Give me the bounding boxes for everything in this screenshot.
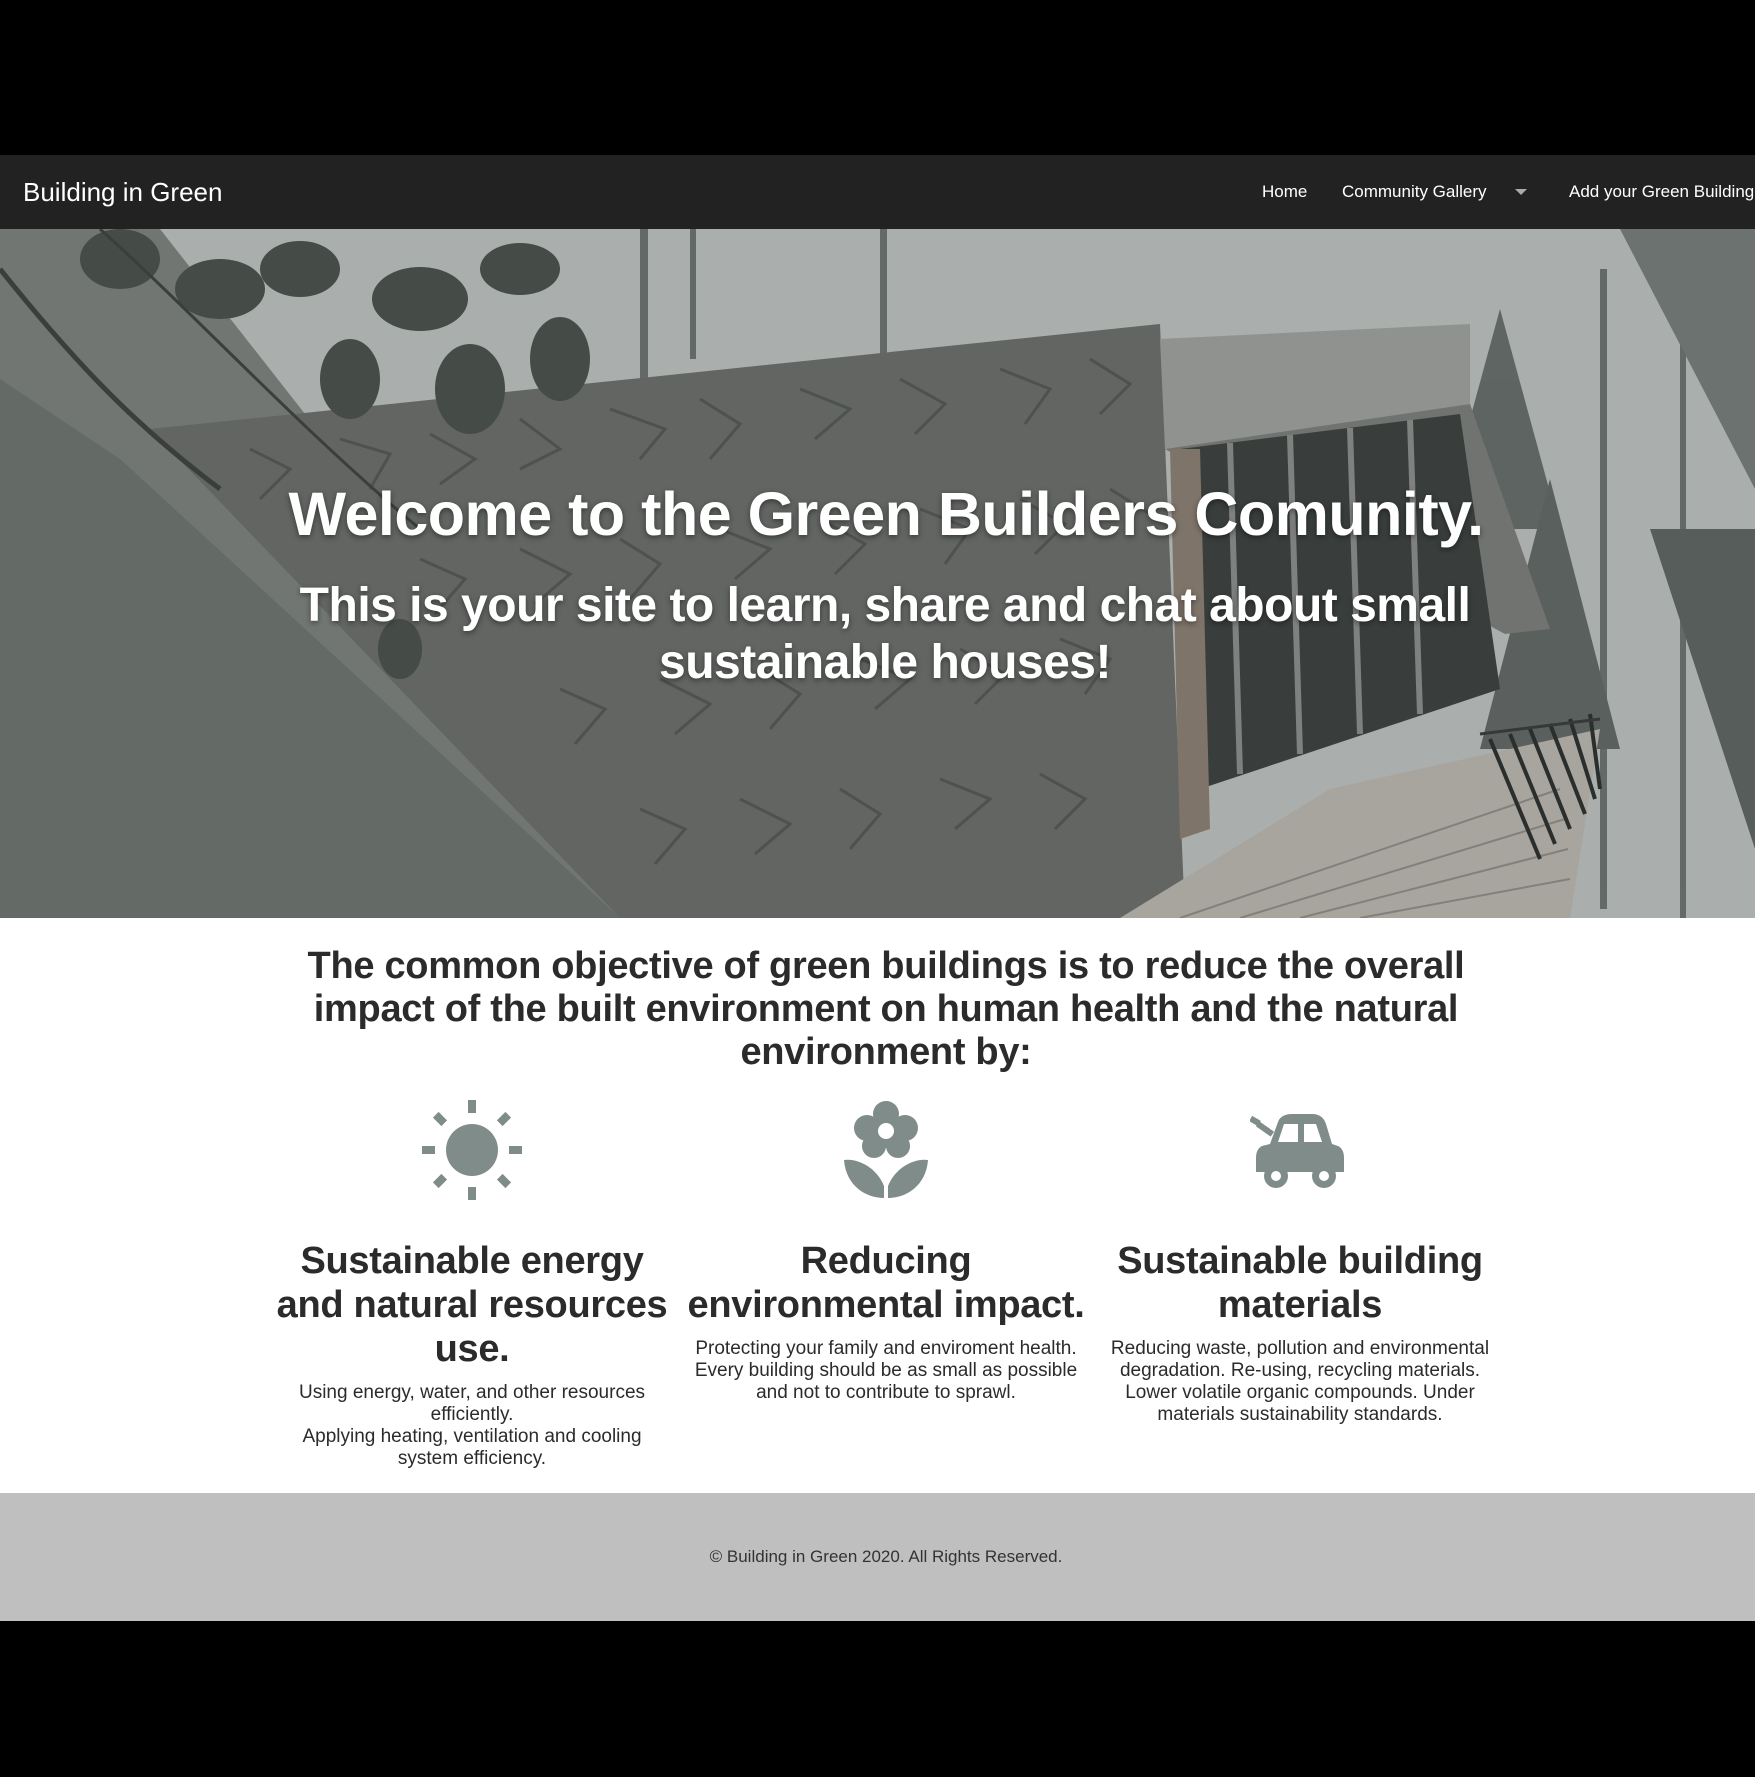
feature-energy: Sustainable energy and natural resources… (272, 1100, 672, 1470)
hero-title: Welcome to the Green Builders Comunity. (288, 480, 1484, 548)
chevron-down-icon[interactable] (1515, 189, 1527, 195)
flower-icon (844, 1101, 928, 1198)
feature-materials: Sustainable building materials Reducing … (1100, 1100, 1500, 1426)
nav-add-building-link[interactable]: Add your Green Building (1569, 155, 1754, 229)
sun-icon (422, 1100, 522, 1200)
nav-community-gallery-link[interactable]: Community Gallery (1342, 155, 1487, 229)
feature-description: Using energy, water, and other resources… (298, 1382, 646, 1469)
hero-image (0, 229, 1755, 918)
hero-subtitle: This is your site to learn, share and ch… (299, 579, 1471, 689)
nav-home-link[interactable]: Home (1262, 155, 1307, 229)
hero-banner: Welcome to the Green Builders Comunity. … (0, 229, 1755, 918)
feature-description: Reducing waste, pollution and environmen… (1110, 1338, 1490, 1425)
brand-link[interactable]: Building in Green (23, 155, 222, 229)
feature-title: Sustainable energy and natural resources… (276, 1240, 668, 1370)
footer: © Building in Green 2020. All Rights Res… (0, 1493, 1755, 1621)
navbar: Building in Green Home Community Gallery… (0, 155, 1755, 229)
feature-environment: Reducing environmental impact. Protectin… (686, 1100, 1086, 1404)
page: Building in Green Home Community Gallery… (0, 155, 1755, 1621)
feature-description: Protecting your family and enviroment he… (694, 1338, 1078, 1403)
copyright-text: © Building in Green 2020. All Rights Res… (709, 1547, 1063, 1566)
intro-heading: The common objective of green buildings … (307, 945, 1465, 1073)
car-icon (1250, 1114, 1344, 1188)
feature-title: Reducing environmental impact. (687, 1240, 1085, 1326)
feature-title: Sustainable building materials (1117, 1240, 1483, 1326)
